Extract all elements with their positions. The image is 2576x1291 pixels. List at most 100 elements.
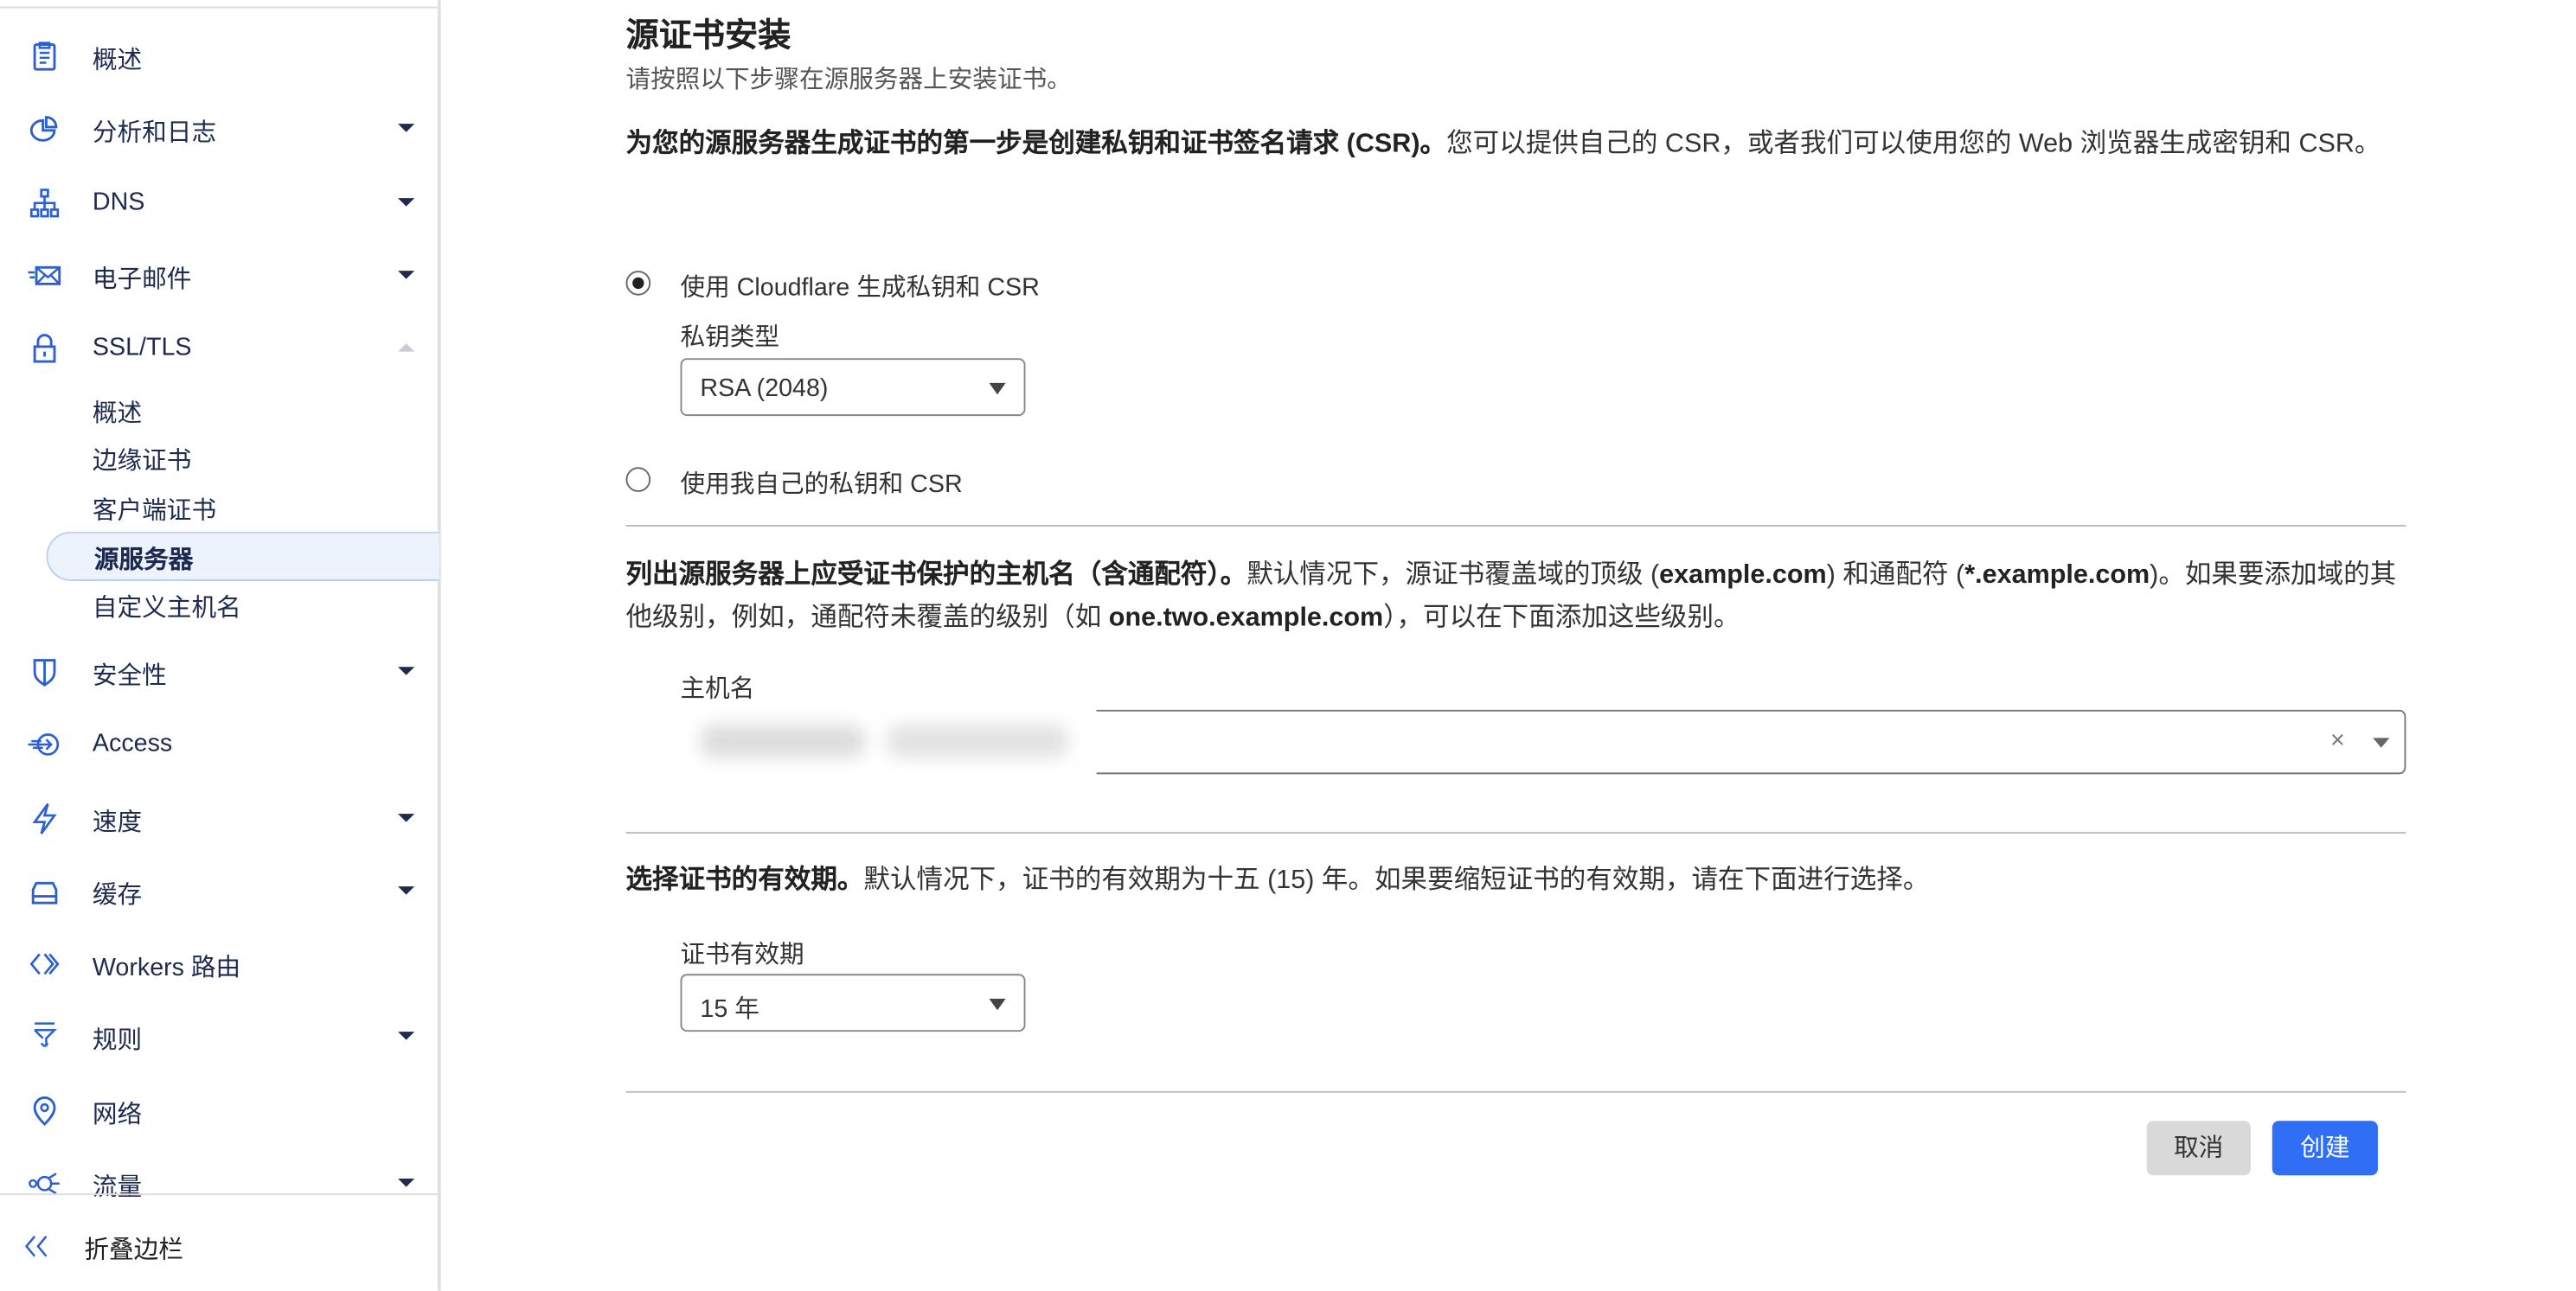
sidebar-item-label: 分析和日志 [92,118,217,147]
hostname-input[interactable]: × [680,701,2406,784]
bolt-icon [32,802,57,834]
caret-down-icon[interactable] [398,886,415,895]
sidebar-item-label: 流量 [92,1173,143,1202]
caret-down-icon[interactable] [2373,738,2390,748]
sidebar-item-label: SSL/TLS [92,333,192,362]
sidebar-item-access[interactable]: Access [0,715,438,775]
text: example.com [1659,561,1827,590]
step3-text: 默认情况下，证书的有效期为十五 (15) 年。如果要缩短证书的有效期，请在下面进… [863,866,1930,895]
divider [0,6,438,9]
text: ) 和通配符 ( [1826,561,1965,590]
text: *.example.com [1964,561,2150,590]
step3-description: 选择证书的有效期。默认情况下，证书的有效期为十五 (15) 年。如果要缩短证书的… [626,860,2406,904]
sidebar-item-storage[interactable]: 缓存 [0,861,438,921]
sidebar-item-bolt[interactable]: 速度 [0,789,438,849]
sidebar-item-label: 概述 [92,46,143,74]
sidebar-item-pie-chart[interactable]: 分析和日志 [0,99,438,159]
sidebar-item-shield[interactable]: 安全性 [0,642,438,702]
sidebar-subitem-3[interactable]: 源服务器 [46,531,439,581]
sidebar-item-lock[interactable]: SSL/TLS [0,318,438,378]
sidebar-item-label: 电子邮件 [92,265,192,294]
sidebar-item-envelope[interactable]: 电子邮件 [0,246,438,305]
radio-own-label[interactable]: 使用我自己的私钥和 CSR [681,465,963,500]
sidebar-item-clipboard[interactable]: 概述 [0,27,438,86]
step2-bold: 列出源服务器上应受证书保护的主机名（含通配符）。 [625,561,1247,590]
divider [625,525,2406,527]
sidebar-item-funnel[interactable]: 规则 [0,1007,438,1066]
caret-down-icon[interactable] [398,1179,415,1187]
caret-down-icon[interactable] [398,198,415,207]
key-type-label: 私钥类型 [680,323,780,352]
sidebar-item-label: DNS [92,188,145,217]
storage-icon [31,881,58,904]
caret-down-icon [989,382,1006,395]
sidebar-item-location-pin[interactable]: 网络 [0,1081,438,1141]
key-type-value: RSA (2048) [700,374,829,403]
workers-icon [29,953,60,975]
sidebar-item-traffic[interactable]: 流量 [0,1154,438,1213]
sidebar: 概述 分析和日志 DNS 电子邮件 SSL/TLS 安全性 Access 速度 … [0,0,441,1291]
page-subtitle: 请按照以下步骤在源服务器上安装证书。 [625,66,1072,94]
clear-icon[interactable]: × [2330,726,2345,754]
sidebar-item-label: Access [92,729,173,758]
funnel-icon [34,1022,57,1048]
pie-chart-icon [29,116,58,142]
sidebar-subitem-2[interactable]: 客户端证书 [46,483,437,529]
sidebar-subitem-label: 概述 [92,399,143,428]
sidebar-subitem-1[interactable]: 边缘证书 [46,434,437,480]
caret-down-icon[interactable] [398,814,415,822]
sidebar-item-label: 速度 [92,808,143,837]
sidebar-subitem-label: 自定义主机名 [92,594,241,623]
shield-icon [33,659,56,687]
validity-value: 15 年 [700,995,759,1024]
step1-text: 您可以提供自己的 CSR，或者我们可以使用您的 Web 浏览器生成密钥和 CSR… [1446,130,2381,159]
sidebar-item-label: 规则 [92,1026,143,1055]
sidebar-subitem-label: 边缘证书 [92,447,192,476]
sidebar-item-sitemap[interactable]: DNS [0,173,438,233]
step2-description: 列出源服务器上应受证书保护的主机名（含通配符）。默认情况下，源证书覆盖域的顶级 … [626,554,2406,640]
collapse-sidebar-button[interactable]: 折叠边栏 [0,1222,438,1271]
caret-down-icon[interactable] [398,1032,415,1040]
location-pin-icon [33,1096,56,1127]
caret-up-icon[interactable] [398,343,415,352]
radio-own-csr[interactable] [625,467,651,492]
double-chevron-left-icon [24,1236,48,1257]
caret-down-icon[interactable] [398,667,415,675]
cancel-button[interactable]: 取消 [2146,1121,2251,1176]
sidebar-item-workers[interactable]: Workers 路由 [0,934,438,994]
sidebar-item-label: 安全性 [92,661,167,690]
step1-description: 为您的源服务器生成证书的第一步是创建私钥和证书签名请求 (CSR)。您可以提供自… [626,124,2406,167]
caret-down-icon[interactable] [398,124,415,132]
access-icon [28,733,60,756]
text: ），可以在下面添加这些级别。 [1383,604,1740,633]
sidebar-item-label: Workers 路由 [92,954,241,982]
validity-label: 证书有效期 [680,941,804,969]
divider [625,1090,2406,1093]
step1-bold: 为您的源服务器生成证书的第一步是创建私钥和证书签名请求 (CSR)。 [625,130,1447,159]
caret-down-icon [989,998,1006,1011]
lock-icon [33,334,56,363]
text: one.two.example.com [1108,604,1384,633]
sidebar-subitem-label: 客户端证书 [92,496,217,526]
key-type-select[interactable]: RSA (2048) [680,358,1026,417]
radio-generate-label[interactable]: 使用 Cloudflare 生成私钥和 CSR [681,269,1040,304]
sidebar-item-label: 网络 [92,1101,143,1129]
divider [625,832,2406,834]
clipboard-icon [33,42,56,71]
envelope-icon [28,265,61,285]
sidebar-subitem-0[interactable]: 概述 [46,387,437,432]
create-button[interactable]: 创建 [2272,1121,2378,1176]
step3-bold: 选择证书的有效期。 [625,866,864,895]
divider [0,1193,438,1196]
radio-generate-csr[interactable] [625,271,651,296]
validity-select[interactable]: 15 年 [680,974,1026,1032]
hostname-label: 主机名 [680,674,755,704]
text: 默认情况下，源证书覆盖域的顶级 ( [1246,561,1660,590]
sidebar-subitem-label: 源服务器 [93,546,194,575]
sidebar-subitem-4[interactable]: 自定义主机名 [46,581,437,627]
caret-down-icon[interactable] [398,271,415,279]
collapse-sidebar-label: 折叠边栏 [84,1236,183,1265]
sitemap-icon [29,189,60,218]
sidebar-item-label: 缓存 [92,881,143,910]
page-title: 源证书安装 [625,17,791,54]
